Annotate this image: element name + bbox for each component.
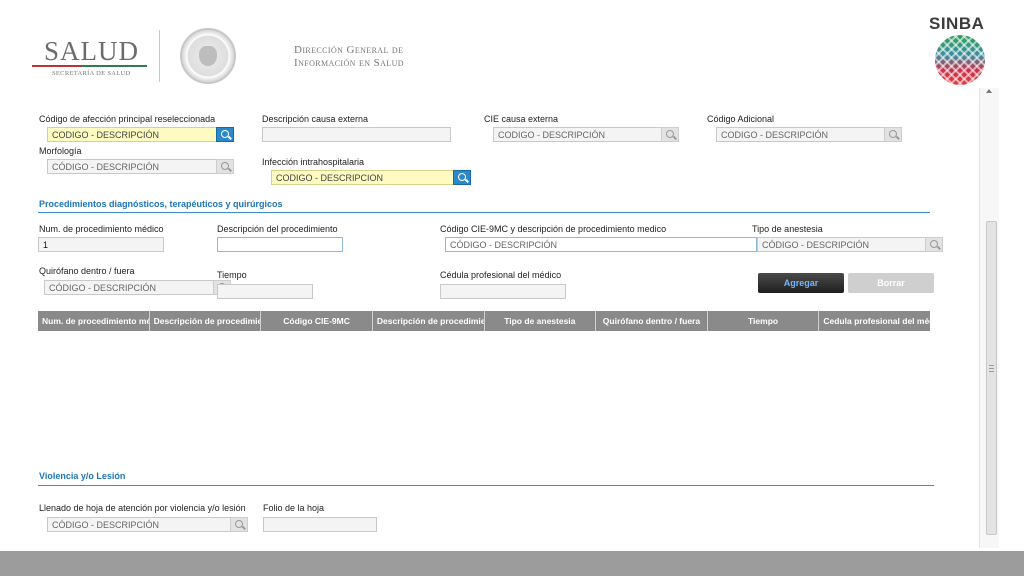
column-header[interactable]: Quirófano dentro / fuera bbox=[596, 311, 708, 331]
procedimientos-section-title: Procedimientos diagnósticos, terapéutico… bbox=[39, 199, 283, 209]
cie-causa-input[interactable]: CODIGO - DESCRIPCIÓN bbox=[493, 127, 662, 142]
procedimientos-table-header: Num. de procedimiento médico Descripción… bbox=[38, 311, 930, 331]
num-procedimiento-input[interactable]: 1 bbox=[38, 237, 164, 252]
column-header[interactable]: Cedula profesional del médico bbox=[819, 311, 930, 331]
salud-logo-stripe-red bbox=[32, 65, 82, 67]
llenado-input[interactable]: CÓDIGO - DESCRIPCIÓN bbox=[47, 517, 231, 532]
descripcion-procedimiento-label: Descripción del procedimiento bbox=[217, 224, 338, 234]
llenado-label: Llenado de hoja de atención por violenci… bbox=[39, 503, 246, 513]
descripcion-causa-input[interactable] bbox=[262, 127, 451, 142]
footer-bar bbox=[0, 551, 1024, 576]
section-divider bbox=[38, 485, 934, 486]
column-header[interactable]: Tiempo bbox=[708, 311, 820, 331]
quirofano-label: Quirófano dentro / fuera bbox=[39, 266, 135, 276]
folio-input[interactable] bbox=[263, 517, 377, 532]
search-icon[interactable] bbox=[884, 127, 902, 142]
column-header[interactable]: Num. de procedimiento médico bbox=[38, 311, 150, 331]
codigo-afeccion-input[interactable]: CODIGO - DESCRIPCIÓN bbox=[47, 127, 217, 142]
infeccion-input[interactable]: CODIGO - DESCRIPCION bbox=[271, 170, 454, 185]
codigo-afeccion-label: Código de afección principal reseleccion… bbox=[39, 114, 216, 124]
search-icon[interactable] bbox=[216, 159, 234, 174]
descripcion-causa-label: Descripción causa externa bbox=[262, 114, 369, 124]
search-icon[interactable] bbox=[925, 237, 943, 252]
morfologia-label: Morfología bbox=[39, 146, 82, 156]
search-icon[interactable] bbox=[216, 127, 234, 142]
folio-label: Folio de la hoja bbox=[263, 503, 325, 513]
cedula-input[interactable] bbox=[440, 284, 566, 299]
salud-logo: SALUD bbox=[44, 36, 140, 66]
search-icon[interactable] bbox=[661, 127, 679, 142]
sinba-globe-icon bbox=[935, 35, 985, 85]
cedula-label: Cédula profesional del médico bbox=[440, 270, 562, 280]
column-header[interactable]: Tipo de anestesia bbox=[485, 311, 597, 331]
morfologia-input[interactable]: CÓDIGO - DESCRIPCIÓN bbox=[47, 159, 217, 174]
codigo-adicional-input[interactable]: CODIGO - DESCRIPCIÓN bbox=[716, 127, 885, 142]
scrollbar-thumb[interactable] bbox=[986, 221, 997, 535]
borrar-button[interactable]: Borrar bbox=[848, 273, 934, 293]
column-header[interactable]: Descripción de procedimiento bbox=[150, 311, 262, 331]
violencia-section-title: Violencia y/o Lesión bbox=[39, 471, 126, 481]
tiempo-label: Tiempo bbox=[217, 270, 247, 280]
dgis-logo: Dirección General de Información en Salu… bbox=[294, 44, 404, 70]
tipo-anestesia-input[interactable]: CÓDIGO - DESCRIPCIÓN bbox=[757, 237, 926, 252]
tiempo-input[interactable] bbox=[217, 284, 313, 299]
search-icon[interactable] bbox=[230, 517, 248, 532]
cie-causa-label: CIE causa externa bbox=[484, 114, 559, 124]
tipo-anestesia-label: Tipo de anestesia bbox=[752, 224, 823, 234]
codigo-adicional-label: Código Adicional bbox=[707, 114, 775, 124]
scroll-up-arrow-icon[interactable] bbox=[986, 89, 992, 93]
codigo-cie9-input[interactable]: CÓDIGO - DESCRIPCIÓN bbox=[445, 237, 757, 252]
codigo-cie9-label: Código CIE-9MC y descripción de procedim… bbox=[440, 224, 667, 234]
agregar-button[interactable]: Agregar bbox=[758, 273, 844, 293]
quirofano-input[interactable]: CÓDIGO - DESCRIPCIÓN bbox=[44, 280, 214, 295]
page: SALUD SECRETARÍA DE SALUD Dirección Gene… bbox=[0, 0, 1024, 576]
sinba-logo: SINBA bbox=[929, 14, 985, 33]
national-seal-icon bbox=[180, 28, 236, 84]
num-procedimiento-label: Num. de procedimiento médico bbox=[39, 224, 164, 234]
column-header[interactable]: Código CIE-9MC bbox=[261, 311, 373, 331]
descripcion-procedimiento-input[interactable] bbox=[217, 237, 343, 252]
infeccion-label: Infección intrahospitalaria bbox=[262, 157, 365, 167]
dgis-line2: Información en Salud bbox=[294, 57, 404, 69]
scrollbar-grip-icon bbox=[989, 365, 994, 372]
column-header[interactable]: Descripción de procedimiento bbox=[373, 311, 485, 331]
dgis-line1: Dirección General de bbox=[294, 44, 404, 56]
salud-subtitle: SECRETARÍA DE SALUD bbox=[52, 70, 131, 77]
header-divider bbox=[159, 30, 160, 82]
section-divider bbox=[38, 212, 930, 213]
search-icon[interactable] bbox=[453, 170, 471, 185]
